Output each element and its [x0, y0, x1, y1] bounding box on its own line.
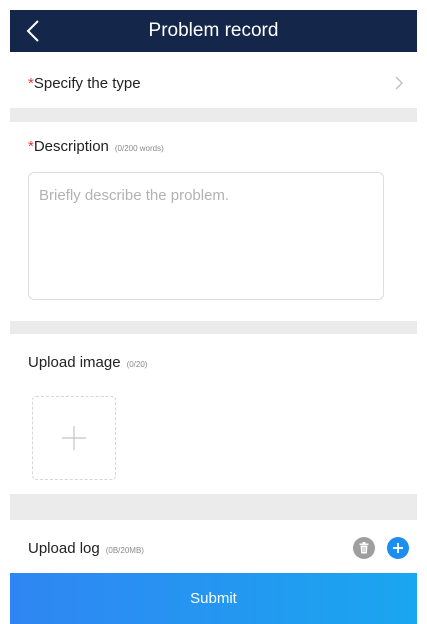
type-selector[interactable]: *Specify the type — [10, 60, 417, 106]
type-label: *Specify the type — [28, 75, 141, 92]
upload-image-label: Upload image — [28, 354, 121, 371]
plus-circle-icon — [393, 543, 403, 553]
upload-log-row: Upload log (0B/20MB) — [10, 528, 417, 568]
submit-button[interactable]: Submit — [10, 573, 417, 624]
plus-icon — [62, 426, 86, 450]
trash-icon — [359, 542, 369, 554]
delete-log-button[interactable] — [353, 537, 375, 559]
description-counter: (0/200 words) — [114, 144, 164, 153]
back-button[interactable] — [20, 18, 46, 44]
section-divider — [10, 108, 417, 122]
description-input[interactable] — [39, 187, 373, 285]
upload-image-counter: (0/20) — [126, 360, 148, 369]
chevron-right-icon — [395, 76, 403, 90]
upload-log-heading: Upload log (0B/20MB) — [28, 540, 144, 557]
upload-image-heading: Upload image (0/20) — [28, 354, 147, 371]
description-heading: *Description (0/200 words) — [28, 138, 164, 155]
page-title: Problem record — [148, 20, 279, 41]
section-divider — [10, 321, 417, 334]
add-log-button[interactable] — [387, 537, 409, 559]
description-field-container — [28, 172, 384, 300]
app-header: Problem record — [10, 10, 417, 52]
description-label: Description — [33, 138, 109, 155]
add-image-button[interactable] — [32, 396, 116, 480]
section-divider — [10, 494, 417, 520]
upload-log-actions — [353, 537, 409, 559]
type-label-text: Specify the type — [33, 74, 141, 92]
upload-log-counter: (0B/20MB) — [105, 545, 144, 555]
upload-log-label: Upload log — [28, 539, 100, 557]
chevron-left-icon — [26, 20, 39, 42]
